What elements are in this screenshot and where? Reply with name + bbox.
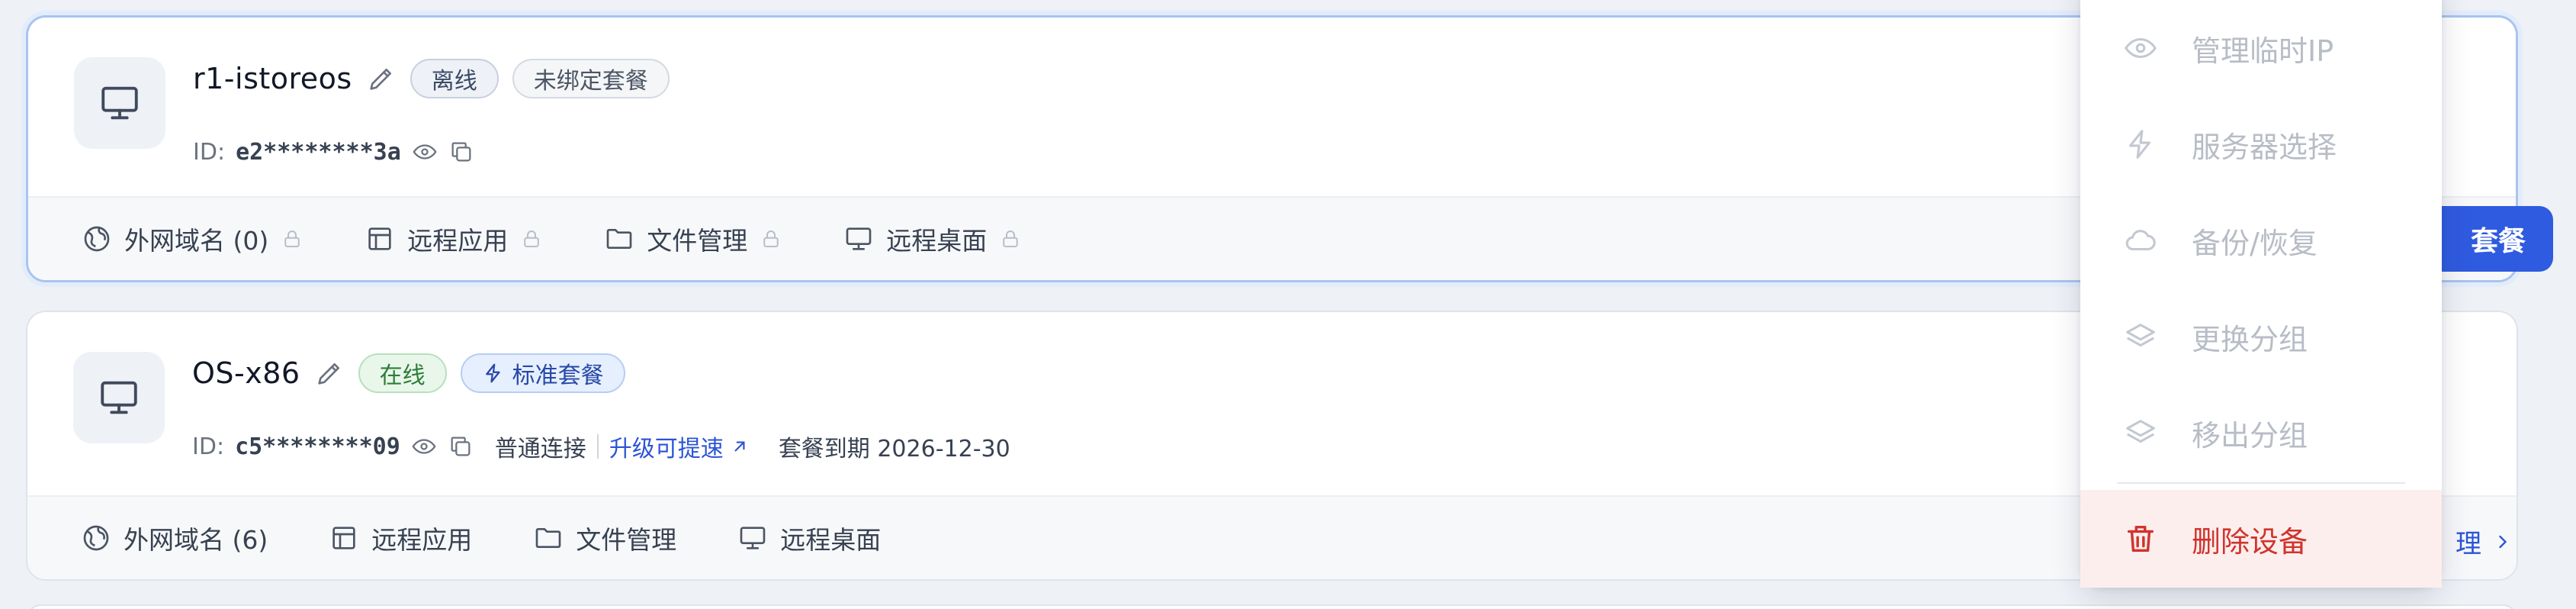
globe-icon <box>84 226 110 252</box>
copy-id-icon[interactable] <box>448 433 474 459</box>
action-file-manager[interactable]: 文件管理 <box>604 221 782 257</box>
plan-badge: 标准套餐 <box>460 353 625 393</box>
edit-name-icon[interactable] <box>366 63 397 94</box>
device-name: r1-istoreos <box>193 62 352 95</box>
action-remote-desktop[interactable]: 远程桌面 <box>843 221 1022 257</box>
menu-item-label: 删除设备 <box>2192 524 2308 559</box>
edit-name-icon[interactable] <box>314 358 345 388</box>
folder-icon <box>606 229 632 249</box>
id-label: ID: <box>193 138 226 166</box>
monitor-icon <box>740 527 766 549</box>
lock-icon <box>999 227 1022 250</box>
menu-item-label: 管理临时IP <box>2192 34 2334 68</box>
show-id-eye-icon[interactable] <box>412 139 438 165</box>
chevron-right-icon <box>2499 535 2507 548</box>
device-card-partial <box>26 604 2518 609</box>
connection-type: 普通连接 <box>494 436 586 462</box>
action-domain[interactable]: 外网域名 (6) <box>81 520 268 556</box>
device-name: OS-x86 <box>192 356 300 390</box>
manage-link[interactable]: 理 <box>2456 523 2513 560</box>
device-more-menu: 管理临时IP 服务器选择 备份/恢复 更换分组 移出分组 删除设备 <box>2080 0 2442 588</box>
layout-icon <box>368 227 391 250</box>
action-file-manager[interactable]: 文件管理 <box>533 520 676 556</box>
action-remote-desktop[interactable]: 远程桌面 <box>737 520 881 556</box>
folder-icon <box>535 528 561 548</box>
plan-expiry: 套餐到期 2026-12-30 <box>778 436 1010 462</box>
status-badge: 离线 <box>410 59 499 98</box>
menu-item-server-select[interactable]: 服务器选择 <box>2080 96 2442 192</box>
plan-badge-label: 标准套餐 <box>512 362 604 389</box>
show-id-eye-icon[interactable] <box>411 433 437 459</box>
eye-icon <box>2125 37 2157 59</box>
lock-icon <box>760 227 782 250</box>
trash-icon <box>2127 525 2154 553</box>
lock-icon <box>281 227 304 250</box>
status-badge: 在线 <box>358 353 447 393</box>
menu-divider <box>2117 482 2405 484</box>
divider <box>596 434 599 459</box>
menu-item-delete-device[interactable]: 删除设备 <box>2080 490 2442 588</box>
menu-item-backup-restore[interactable]: 备份/恢复 <box>2080 192 2442 288</box>
menu-item-label: 备份/恢复 <box>2192 226 2317 260</box>
menu-item-label: 服务器选择 <box>2192 130 2337 164</box>
upgrade-link-label: 升级可提速 <box>609 436 724 462</box>
action-remote-app[interactable]: 远程应用 <box>365 221 543 257</box>
layout-icon <box>332 527 355 549</box>
action-label: 外网域名 (0) <box>124 226 269 256</box>
arrow-up-right-icon <box>734 441 745 452</box>
layers-icon <box>2126 420 2155 443</box>
menu-item-temp-ip[interactable]: 管理临时IP <box>2080 0 2442 96</box>
menu-item-remove-group[interactable]: 移出分组 <box>2080 385 2442 481</box>
action-label: 远程桌面 <box>780 525 882 555</box>
plan-badge: 未绑定套餐 <box>512 59 670 98</box>
action-label: 远程应用 <box>407 226 509 256</box>
device-id: e2********3a <box>236 138 401 166</box>
action-label: 外网域名 (6) <box>124 525 268 555</box>
device-id: c5********09 <box>235 433 400 460</box>
copy-id-icon[interactable] <box>448 139 474 165</box>
device-icon <box>73 352 165 443</box>
action-remote-app[interactable]: 远程应用 <box>329 520 472 556</box>
monitor-icon <box>846 227 872 250</box>
action-label: 文件管理 <box>647 226 748 256</box>
cloud-icon <box>2125 230 2156 251</box>
device-icon <box>74 57 165 149</box>
action-label: 远程桌面 <box>886 226 988 256</box>
lightning-icon <box>2129 130 2151 159</box>
upgrade-link[interactable]: 升级可提速 <box>609 430 750 463</box>
globe-icon <box>83 525 109 551</box>
action-label: 远程应用 <box>371 525 473 555</box>
lock-icon <box>520 227 543 250</box>
menu-item-label: 更换分组 <box>2192 322 2308 356</box>
action-domain[interactable]: 外网域名 (0) <box>82 221 304 257</box>
menu-item-change-group[interactable]: 更换分组 <box>2080 288 2442 385</box>
id-label: ID: <box>192 433 225 460</box>
layers-icon <box>2126 324 2155 347</box>
menu-item-label: 移出分组 <box>2192 418 2308 453</box>
action-label: 文件管理 <box>576 525 677 555</box>
manage-link-label: 理 <box>2456 529 2481 559</box>
lightning-icon <box>485 363 500 383</box>
